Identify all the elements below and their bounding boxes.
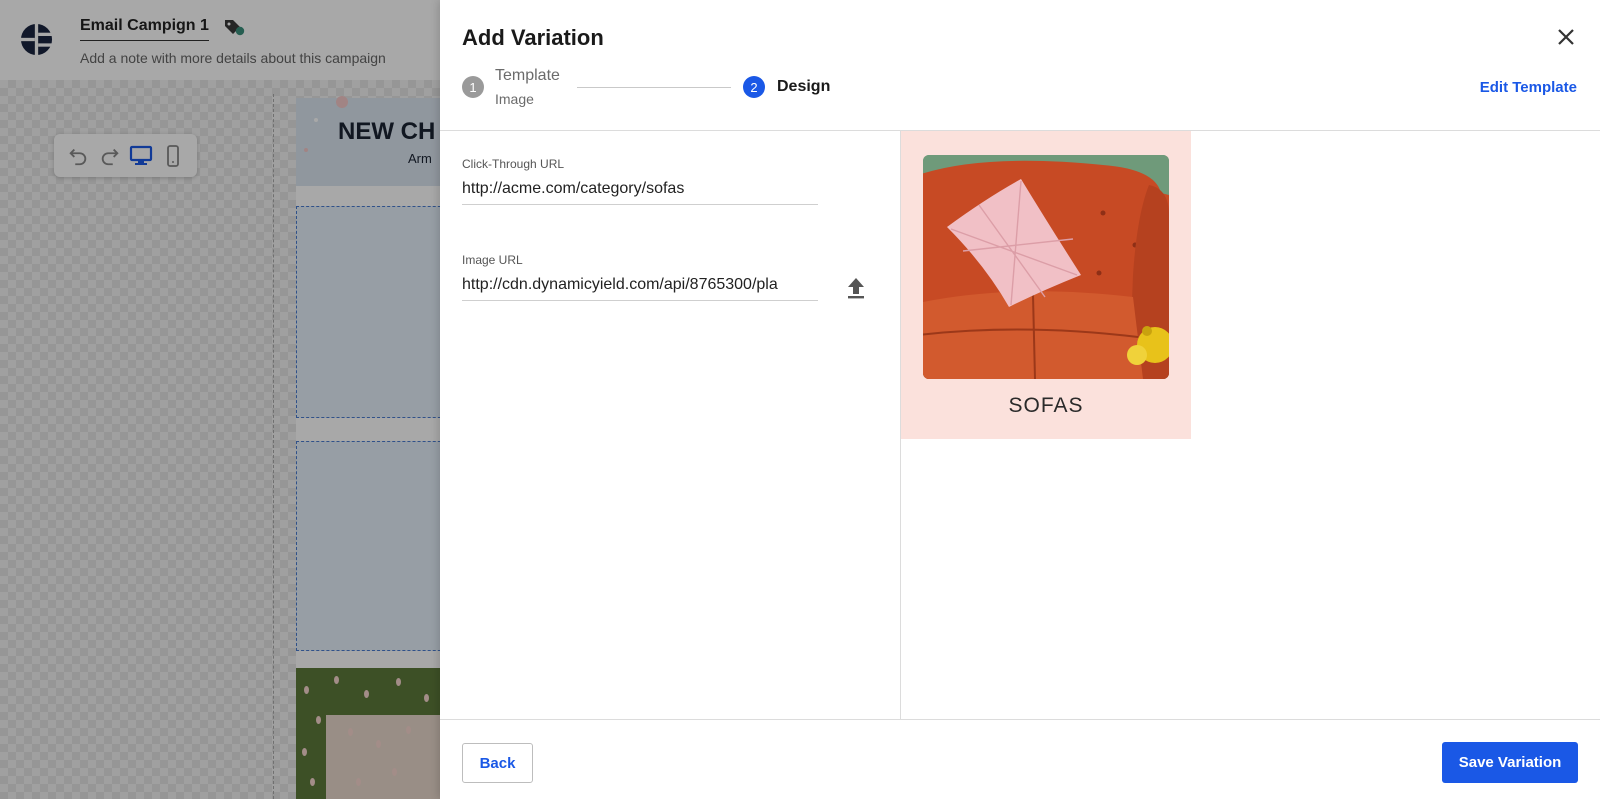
back-button[interactable]: Back <box>462 743 533 783</box>
save-variation-button[interactable]: Save Variation <box>1442 742 1578 783</box>
step-1-number[interactable]: 1 <box>462 76 484 98</box>
stepper-connector <box>577 87 731 88</box>
click-through-url-input[interactable] <box>462 173 818 205</box>
step-2-number[interactable]: 2 <box>743 76 765 98</box>
step-1-label[interactable]: Template <box>495 67 560 85</box>
footer-divider <box>440 719 1600 720</box>
modal-backdrop[interactable] <box>0 0 440 799</box>
image-url-input[interactable] <box>462 269 818 301</box>
click-through-url-label: Click-Through URL <box>462 157 565 171</box>
step-2-label[interactable]: Design <box>777 78 830 96</box>
preview-caption: SOFAS <box>1008 394 1084 417</box>
step-1-sublabel: Image <box>495 91 534 107</box>
variation-preview: SOFAS <box>901 131 1191 439</box>
image-url-label: Image URL <box>462 253 523 267</box>
upload-icon[interactable] <box>844 275 868 301</box>
edit-template-link[interactable]: Edit Template <box>1480 79 1577 96</box>
sofa-image <box>923 155 1169 379</box>
modal-title: Add Variation <box>462 25 604 50</box>
close-icon[interactable] <box>1554 25 1578 49</box>
add-variation-modal: Add Variation 1 Template Image 2 Design … <box>440 0 1600 799</box>
